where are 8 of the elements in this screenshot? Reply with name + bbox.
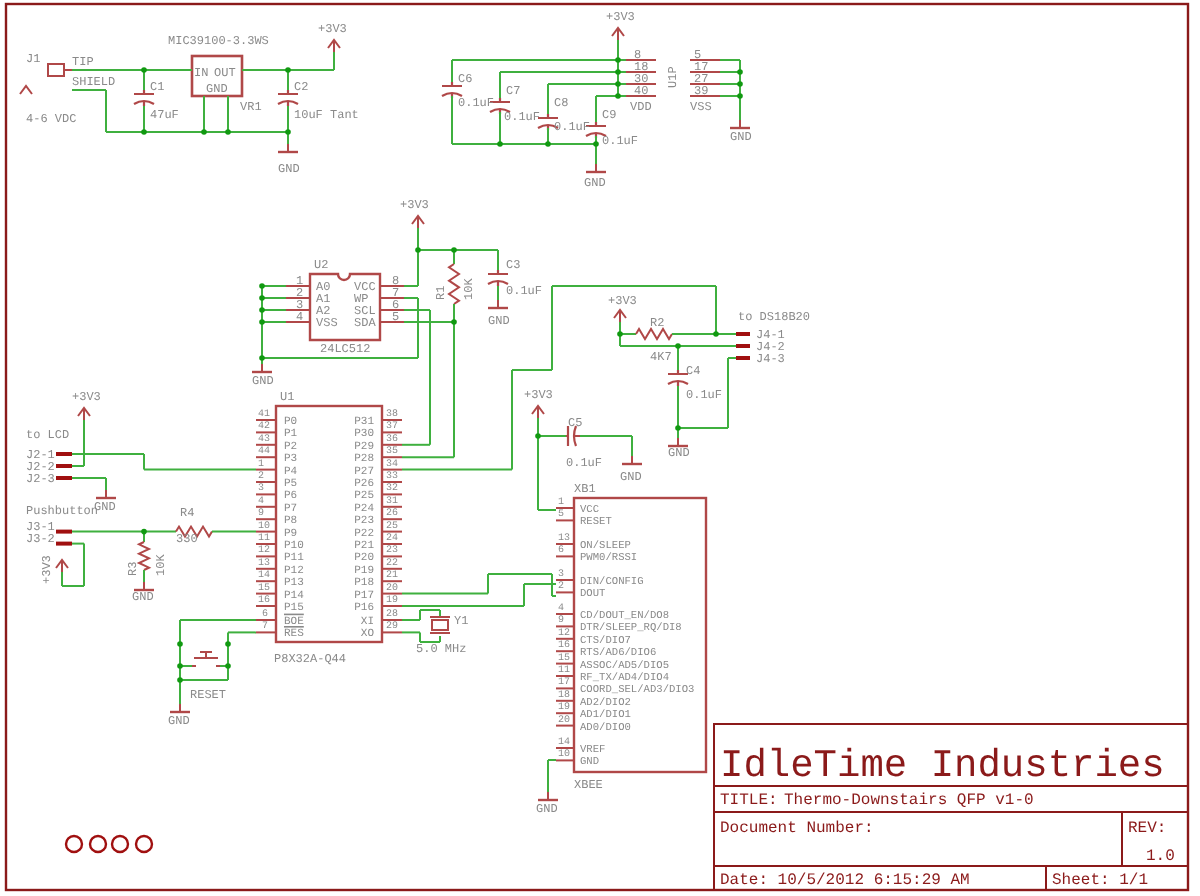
sheet-label: Sheet: 1/1 bbox=[1052, 872, 1149, 890]
document-title: Thermo-Downstairs QFP v1-0 bbox=[784, 792, 1034, 810]
document-number-label: Document Number: bbox=[720, 820, 874, 838]
company-name: IdleTime Industries bbox=[720, 744, 1165, 788]
revision-label: REV: bbox=[1128, 820, 1167, 838]
revision-value: 1.0 bbox=[1146, 848, 1175, 866]
title-label: TITLE: bbox=[720, 792, 778, 810]
date-label: Date: 10/5/2012 6:15:29 AM bbox=[720, 872, 970, 890]
